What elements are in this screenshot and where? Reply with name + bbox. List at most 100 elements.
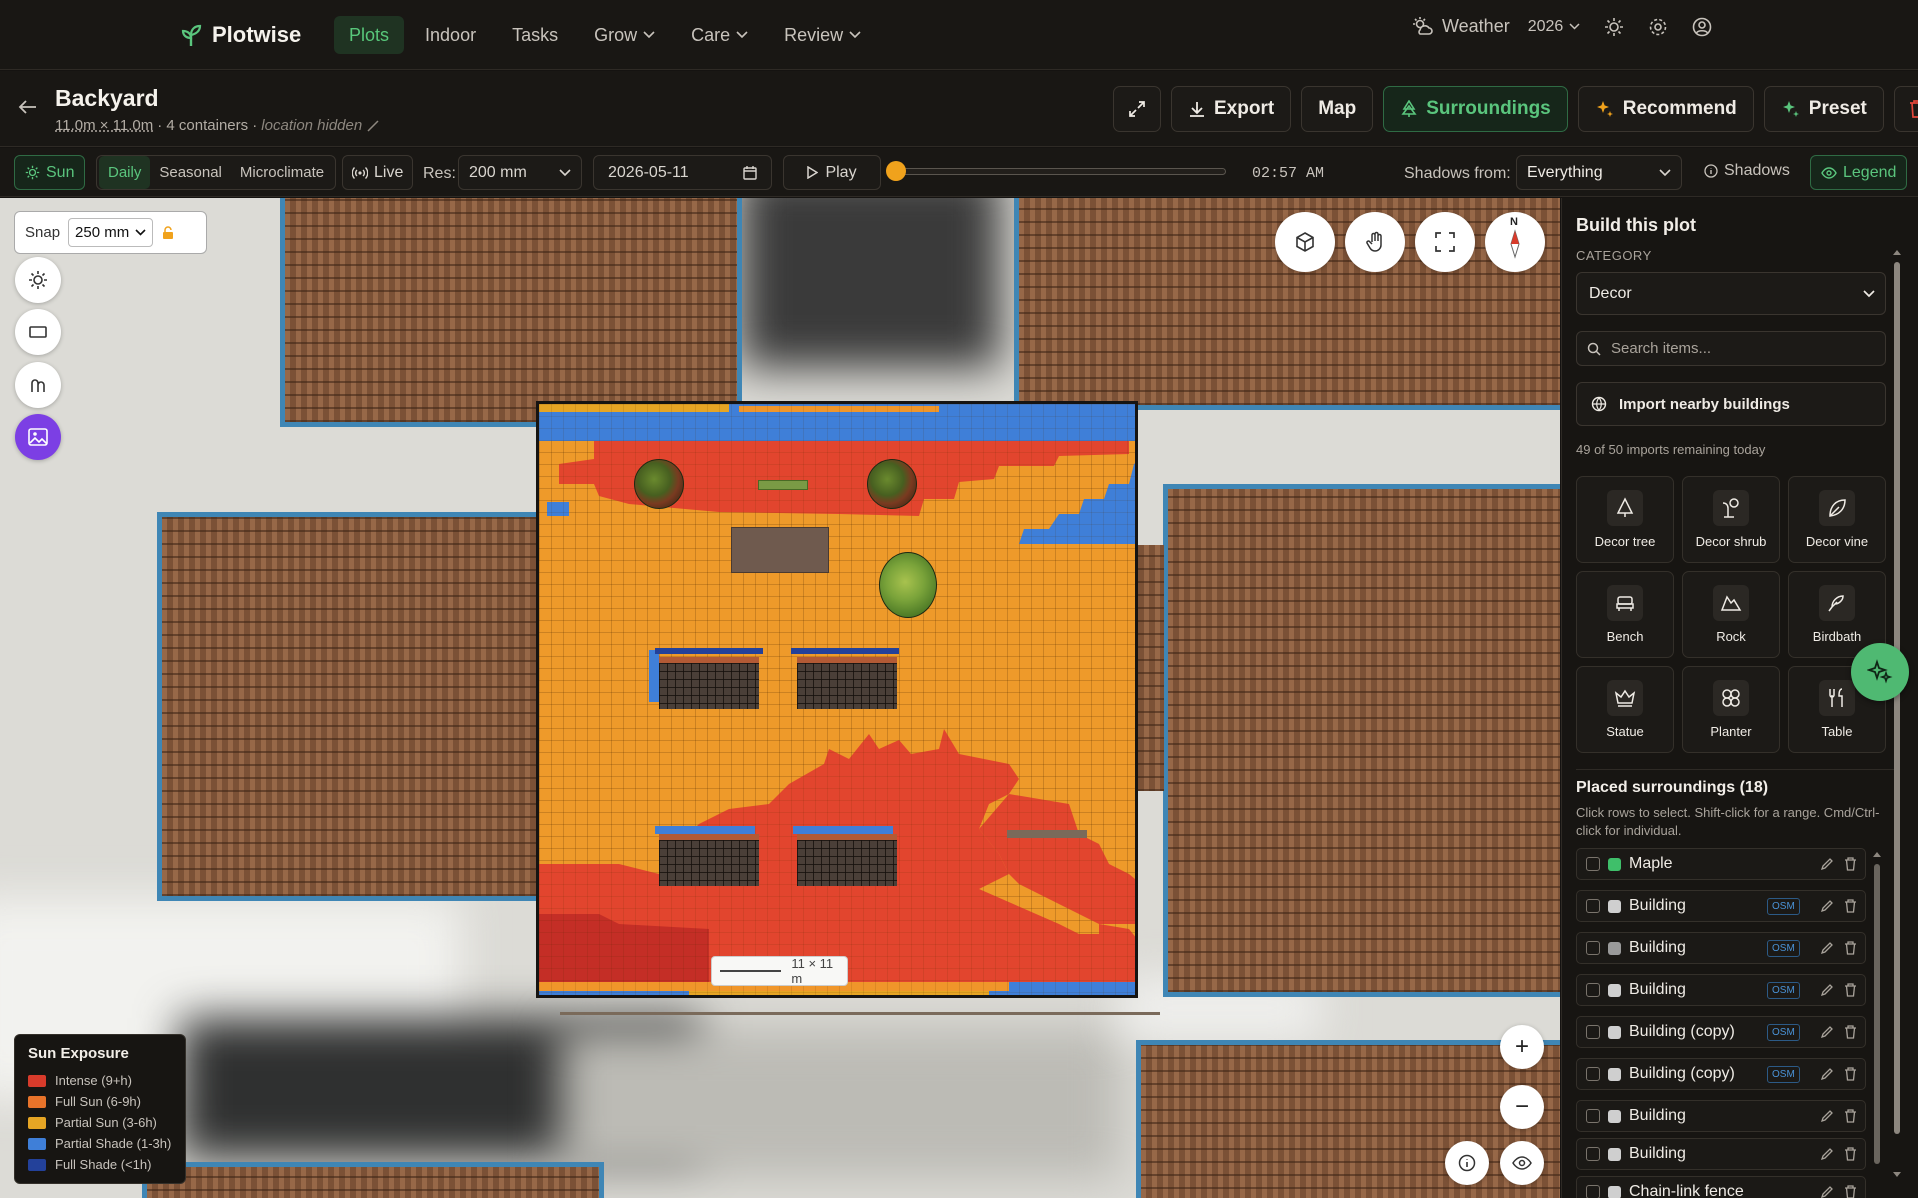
- mode-microclimate[interactable]: Microclimate: [231, 156, 333, 189]
- pencil-icon[interactable]: [1820, 941, 1834, 955]
- fence-object[interactable]: [1007, 830, 1087, 838]
- zoom-in-button[interactable]: +: [1500, 1025, 1544, 1069]
- expand-button[interactable]: [1113, 86, 1161, 132]
- delete-plot-button[interactable]: [1893, 86, 1918, 132]
- play-button[interactable]: Play: [783, 155, 881, 190]
- item-decor-vine[interactable]: Decor vine: [1788, 476, 1886, 563]
- row-checkbox[interactable]: [1586, 1067, 1600, 1081]
- raised-bed[interactable]: [659, 834, 759, 886]
- fullscreen-button[interactable]: [1415, 212, 1475, 272]
- trash-icon[interactable]: [1844, 1185, 1857, 1198]
- search-input[interactable]: Search items...: [1576, 331, 1886, 366]
- pencil-icon[interactable]: [1820, 1147, 1834, 1161]
- surrounding-row[interactable]: Building OSM: [1576, 932, 1866, 964]
- trash-icon[interactable]: [1844, 1147, 1857, 1161]
- trash-icon[interactable]: [1844, 857, 1857, 871]
- row-checkbox[interactable]: [1586, 941, 1600, 955]
- nav-plots[interactable]: Plots: [334, 16, 405, 54]
- snap-select[interactable]: 250 mm: [68, 218, 154, 247]
- trash-icon[interactable]: [1844, 899, 1857, 913]
- item-rock[interactable]: Rock: [1682, 571, 1780, 658]
- item-planter[interactable]: Planter: [1682, 666, 1780, 753]
- sun-theme-icon[interactable]: [1604, 17, 1624, 37]
- planter-object[interactable]: [758, 480, 808, 490]
- pan-button[interactable]: [1345, 212, 1405, 272]
- date-input[interactable]: 2026-05-11: [593, 155, 772, 190]
- sun-toggle[interactable]: Sun: [14, 155, 86, 190]
- nav-grow[interactable]: Grow: [579, 16, 670, 54]
- 3d-view-button[interactable]: [1275, 212, 1335, 272]
- surrounding-row[interactable]: Building OSM: [1576, 890, 1866, 922]
- surrounding-row[interactable]: Building: [1576, 1138, 1866, 1170]
- surrounding-row[interactable]: Chain-link fence: [1576, 1176, 1866, 1198]
- trash-icon[interactable]: [1844, 1067, 1857, 1081]
- weather-link[interactable]: Weather: [1412, 16, 1510, 37]
- sun-tool-button[interactable]: [15, 257, 61, 303]
- rectangle-tool-button[interactable]: [15, 309, 61, 355]
- export-button[interactable]: Export: [1171, 86, 1292, 132]
- zoom-out-button[interactable]: −: [1500, 1085, 1544, 1129]
- list-scrollbar[interactable]: [1872, 850, 1882, 1180]
- maple-tree-object[interactable]: [879, 552, 937, 618]
- import-buildings-button[interactable]: Import nearby buildings: [1576, 382, 1886, 426]
- row-checkbox[interactable]: [1586, 1147, 1600, 1161]
- pencil-icon[interactable]: [1820, 1185, 1834, 1198]
- ai-assist-button[interactable]: [1851, 643, 1909, 701]
- image-layer-button[interactable]: [15, 414, 61, 460]
- raised-bed[interactable]: [659, 657, 759, 709]
- building-roof[interactable]: [1163, 484, 1560, 997]
- user-icon[interactable]: [1692, 17, 1712, 37]
- time-slider[interactable]: [890, 168, 1226, 175]
- recommend-button[interactable]: Recommend: [1577, 86, 1754, 132]
- item-statue[interactable]: Statue: [1576, 666, 1674, 753]
- map-canvas[interactable]: Snap 250 mm N + − 11 × 11 m Sun Exposure…: [0, 198, 1560, 1198]
- brand[interactable]: Plotwise: [180, 22, 301, 48]
- category-select[interactable]: Decor: [1576, 272, 1886, 315]
- resolution-select[interactable]: 200 mm: [458, 155, 582, 190]
- gear-icon[interactable]: [1648, 17, 1668, 37]
- building-roof[interactable]: [142, 1162, 604, 1198]
- pencil-icon[interactable]: [1820, 1025, 1834, 1039]
- chain-link-fence[interactable]: [560, 1012, 1160, 1015]
- back-arrow-icon[interactable]: [18, 99, 38, 115]
- pencil-icon[interactable]: [1820, 899, 1834, 913]
- plot-heatmap[interactable]: [536, 401, 1138, 998]
- preset-button[interactable]: Preset: [1763, 86, 1884, 132]
- nav-indoor[interactable]: Indoor: [410, 16, 491, 54]
- shadows-toggle[interactable]: Shadows: [1704, 162, 1790, 180]
- nav-review[interactable]: Review: [769, 16, 876, 54]
- shadows-from-select[interactable]: Everything: [1516, 155, 1682, 190]
- row-checkbox[interactable]: [1586, 1109, 1600, 1123]
- tree-object[interactable]: [867, 459, 917, 509]
- year-select[interactable]: 2026: [1528, 18, 1581, 36]
- building-roof[interactable]: [280, 198, 742, 427]
- tree-object[interactable]: [634, 459, 684, 509]
- nav-tasks[interactable]: Tasks: [497, 16, 573, 54]
- location-off-icon[interactable]: [366, 119, 380, 133]
- item-decor-tree[interactable]: Decor tree: [1576, 476, 1674, 563]
- visibility-button[interactable]: [1500, 1141, 1544, 1185]
- row-checkbox[interactable]: [1586, 983, 1600, 997]
- trash-icon[interactable]: [1844, 983, 1857, 997]
- nav-care[interactable]: Care: [676, 16, 763, 54]
- map-button[interactable]: Map: [1301, 86, 1374, 132]
- row-checkbox[interactable]: [1586, 1025, 1600, 1039]
- trash-icon[interactable]: [1844, 941, 1857, 955]
- raised-bed[interactable]: [797, 657, 897, 709]
- surrounding-row[interactable]: Building OSM: [1576, 974, 1866, 1006]
- surroundings-button[interactable]: Surroundings: [1383, 86, 1568, 132]
- trash-icon[interactable]: [1844, 1025, 1857, 1039]
- time-slider-handle[interactable]: [886, 161, 906, 181]
- mode-daily[interactable]: Daily: [99, 156, 151, 189]
- row-checkbox[interactable]: [1586, 1185, 1600, 1198]
- item-decor-shrub[interactable]: Decor shrub: [1682, 476, 1780, 563]
- pencil-icon[interactable]: [1820, 983, 1834, 997]
- pencil-icon[interactable]: [1820, 1109, 1834, 1123]
- live-toggle[interactable]: Live: [342, 155, 414, 190]
- surrounding-row[interactable]: Building: [1576, 1100, 1866, 1132]
- mode-seasonal[interactable]: Seasonal: [150, 156, 231, 189]
- bench-object[interactable]: [731, 527, 829, 573]
- arch-tool-button[interactable]: [15, 362, 61, 408]
- pencil-icon[interactable]: [1820, 1067, 1834, 1081]
- surrounding-row[interactable]: Building (copy) OSM: [1576, 1058, 1866, 1090]
